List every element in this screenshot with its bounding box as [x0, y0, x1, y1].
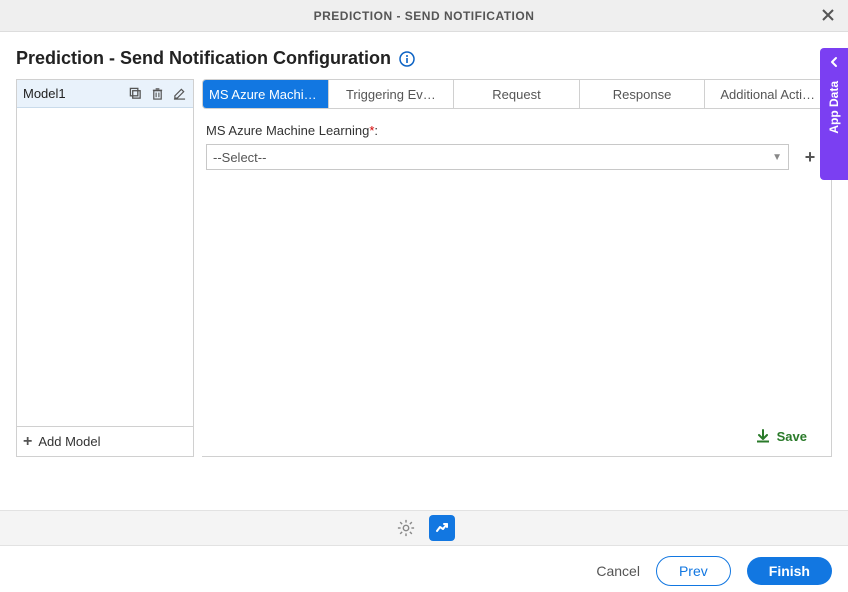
- tab-additional[interactable]: Additional Acti…: [705, 80, 830, 108]
- model-list-spacer: [17, 108, 193, 426]
- page-heading: Prediction - Send Notification Configura…: [0, 32, 848, 79]
- page-title: Prediction - Send Notification Configura…: [16, 48, 391, 69]
- title-bar: PREDICTION - SEND NOTIFICATION: [0, 0, 848, 32]
- tab-label: MS Azure Machine Lear…: [209, 87, 322, 102]
- save-button[interactable]: Save: [206, 418, 821, 456]
- model-item[interactable]: Model1: [17, 80, 193, 108]
- tab-triggering[interactable]: Triggering Ev…: [329, 80, 455, 108]
- add-model-button[interactable]: + Add Model: [17, 426, 193, 456]
- azure-ml-select[interactable]: --Select-- ▼: [206, 144, 789, 170]
- gear-icon[interactable]: [393, 515, 419, 541]
- close-icon[interactable]: [818, 6, 838, 26]
- chart-icon[interactable]: [429, 515, 455, 541]
- finish-button[interactable]: Finish: [747, 557, 832, 585]
- config-panel: MS Azure Machine Lear… Triggering Ev… Re…: [202, 79, 832, 457]
- tab-azure-ml[interactable]: MS Azure Machine Lear…: [203, 80, 329, 108]
- model-name: Model1: [23, 86, 127, 101]
- footer-actions: Cancel Prev Finish: [596, 556, 832, 586]
- select-row: --Select-- ▼ +: [206, 144, 821, 170]
- tab-label: Additional Acti…: [720, 87, 815, 102]
- trash-icon[interactable]: [149, 86, 165, 102]
- add-model-label: Add Model: [38, 434, 100, 449]
- add-button[interactable]: +: [799, 146, 821, 168]
- tab-label: Request: [492, 87, 540, 102]
- tab-request[interactable]: Request: [454, 80, 580, 108]
- title-bar-text: PREDICTION - SEND NOTIFICATION: [314, 9, 535, 23]
- model-item-actions: [127, 86, 187, 102]
- select-value: --Select--: [213, 150, 266, 165]
- prev-button[interactable]: Prev: [656, 556, 731, 586]
- footer-tools: [0, 510, 848, 546]
- side-tab-label: App Data: [827, 81, 841, 134]
- tab-label: Response: [613, 87, 672, 102]
- required-marker: *: [369, 123, 374, 138]
- main-area: Model1 + Add Model MS Azure Machine Lear…: [0, 79, 848, 457]
- cancel-button[interactable]: Cancel: [596, 563, 640, 579]
- tab-response[interactable]: Response: [580, 80, 706, 108]
- info-icon[interactable]: [399, 51, 415, 67]
- field-label: MS Azure Machine Learning*:: [206, 123, 821, 138]
- plus-icon: +: [23, 433, 32, 451]
- app-data-side-tab[interactable]: App Data: [820, 48, 848, 180]
- field-label-text: MS Azure Machine Learning: [206, 123, 369, 138]
- edit-icon[interactable]: [171, 86, 187, 102]
- tabs: MS Azure Machine Lear… Triggering Ev… Re…: [202, 79, 831, 109]
- tab-body-spacer: [206, 170, 821, 418]
- save-label: Save: [777, 429, 807, 444]
- copy-icon[interactable]: [127, 86, 143, 102]
- download-icon: [755, 428, 771, 444]
- chevron-down-icon: ▼: [772, 152, 782, 163]
- tab-body: MS Azure Machine Learning*: --Select-- ▼…: [202, 109, 831, 456]
- tab-label: Triggering Ev…: [346, 87, 436, 102]
- chevron-left-icon: [828, 56, 840, 71]
- model-list-panel: Model1 + Add Model: [16, 79, 194, 457]
